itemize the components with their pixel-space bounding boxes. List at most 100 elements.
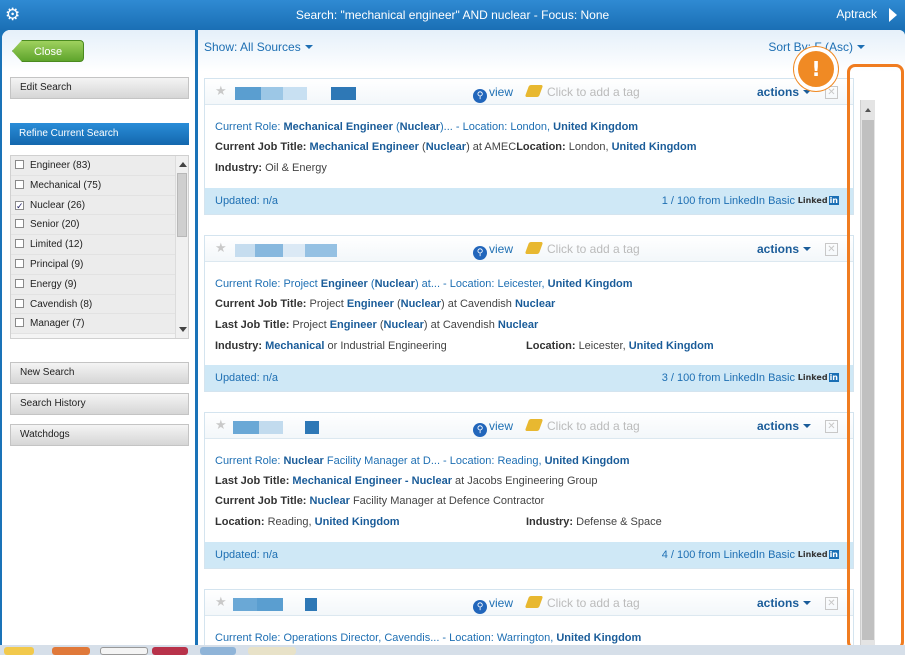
search-icon: ⚲: [473, 600, 487, 614]
result-card: ★ ⚲ view Click to add a tag actions ✕ Cur…: [204, 412, 854, 569]
linkedin-icon[interactable]: Linked in: [798, 196, 839, 205]
current-role-line: Current Role: Operations Director, Caven…: [215, 632, 642, 644]
chevron-down-icon: [857, 45, 865, 49]
card-header: ★ ⚲ view Click to add a tag actions ✕: [205, 79, 853, 105]
current-job-title-line: Current Job Title: Nuclear Facility Mana…: [215, 495, 545, 507]
sidebar: Close Edit Search Refine Current Search …: [2, 30, 195, 645]
last-job-title-line: Last Job Title: Project Engineer (Nuclea…: [215, 319, 539, 331]
facet-item[interactable]: ✓ Nuclear (26): [11, 195, 175, 216]
taskbar: [0, 645, 905, 655]
current-job-title-line: Current Job Title: Mechanical Engineer (…: [215, 141, 697, 153]
checkbox[interactable]: [15, 258, 24, 268]
location-line: Location: Reading, United Kingdom: [215, 516, 400, 528]
industry-line: Industry: Oil & Energy: [215, 162, 327, 174]
facet-item[interactable]: Manager (7): [11, 314, 175, 335]
title-bar: ⚙ Search: "mechanical engineer" AND nucl…: [0, 0, 905, 30]
tag-icon: [524, 419, 544, 431]
checkbox[interactable]: [15, 278, 24, 288]
search-icon: ⚲: [473, 423, 487, 437]
location-line: Location: Leicester, United Kingdom: [526, 340, 714, 352]
chevron-down-icon: [803, 247, 812, 251]
star-icon[interactable]: ★: [215, 85, 227, 99]
taskbar-browser-icon[interactable]: [100, 647, 148, 655]
add-tag-field[interactable]: Click to add a tag: [524, 242, 640, 256]
chevron-down-icon: [803, 90, 812, 94]
add-tag-field[interactable]: Click to add a tag: [524, 419, 640, 433]
taskbar-app-icon[interactable]: [152, 647, 188, 655]
current-role-line: Current Role: Project Engineer (Nuclear)…: [215, 278, 633, 290]
new-search-button[interactable]: New Search: [10, 362, 189, 384]
facet-item[interactable]: Senior (20): [11, 215, 175, 236]
taskbar-app-icon[interactable]: [52, 647, 90, 655]
chevron-down-icon: [803, 424, 812, 428]
rank-label: 1 / 100 from LinkedIn Basic: [661, 195, 795, 207]
industry-line: Industry: Defense & Space: [526, 516, 662, 528]
result-card: ★ ⚲ view Click to add a tag actions ✕ Cur…: [204, 235, 854, 392]
scroll-up-icon[interactable]: [179, 162, 187, 167]
close-button[interactable]: Close: [12, 40, 84, 62]
facet-item[interactable]: Limited (12): [11, 235, 175, 255]
current-job-title-line: Current Job Title: Project Engineer (Nuc…: [215, 298, 556, 310]
facet-item[interactable]: Principal (9): [11, 254, 175, 275]
updated-label: Updated: n/a: [215, 195, 278, 207]
rank-label: 3 / 100 from LinkedIn Basic: [661, 372, 795, 384]
facet-item[interactable]: Energy (9): [11, 274, 175, 295]
facet-scrollbar[interactable]: [175, 156, 188, 338]
search-history-button[interactable]: Search History: [10, 393, 189, 415]
watchdogs-button[interactable]: Watchdogs: [10, 424, 189, 446]
linkedin-icon[interactable]: Linked in: [798, 550, 839, 559]
facet-list: Engineer (83) Mechanical (75) ✓ Nuclear (…: [10, 155, 189, 339]
chevron-down-icon: [304, 45, 313, 49]
view-link[interactable]: ⚲ view: [473, 419, 513, 437]
linkedin-icon[interactable]: Linked in: [798, 373, 839, 382]
scroll-thumb[interactable]: [177, 173, 187, 237]
checkbox[interactable]: [15, 298, 24, 308]
scroll-down-icon[interactable]: [179, 327, 187, 332]
actions-menu[interactable]: actions: [757, 596, 812, 610]
checkbox[interactable]: [15, 179, 24, 189]
expand-right-icon[interactable]: [889, 8, 897, 22]
checkbox-checked[interactable]: ✓: [15, 200, 24, 210]
card-footer: Updated: n/a 3 / 100 from LinkedIn Basic…: [205, 365, 853, 391]
taskbar-app-icon[interactable]: [248, 647, 296, 655]
checkbox[interactable]: [15, 239, 24, 249]
taskbar-folder-icon[interactable]: [4, 647, 34, 655]
brand-label[interactable]: Aptrack: [836, 7, 877, 21]
facet-item[interactable]: Mechanical (75): [11, 175, 175, 196]
facet-item[interactable]: Cavendish (8): [11, 294, 175, 315]
results-list: ★ ⚲ view Click to add a tag actions ✕ Cur…: [204, 78, 854, 645]
edit-search-button[interactable]: Edit Search: [10, 77, 189, 99]
checkbox[interactable]: [15, 219, 24, 229]
close-icon[interactable]: ✕: [825, 243, 838, 256]
updated-label: Updated: n/a: [215, 549, 278, 561]
tag-icon: [524, 596, 544, 608]
view-link[interactable]: ⚲ view: [473, 85, 513, 103]
add-tag-field[interactable]: Click to add a tag: [524, 596, 640, 610]
taskbar-app-icon[interactable]: [200, 647, 236, 655]
card-header: ★ ⚲ view Click to add a tag actions ✕: [205, 413, 853, 439]
current-role-line: Current Role: Mechanical Engineer (Nucle…: [215, 121, 639, 133]
facet-item[interactable]: Engineer (83): [11, 156, 175, 176]
star-icon[interactable]: ★: [215, 596, 227, 610]
results-panel: Show: All Sources Sort By: F (Asc) ★ ⚲ vi…: [198, 30, 905, 645]
view-link[interactable]: ⚲ view: [473, 242, 513, 260]
actions-menu[interactable]: actions: [757, 419, 812, 433]
close-icon[interactable]: ✕: [825, 597, 838, 610]
refine-current-search-button[interactable]: Refine Current Search: [10, 123, 189, 145]
star-icon[interactable]: ★: [215, 419, 227, 433]
card-header: ★ ⚲ view Click to add a tag actions ✕: [205, 236, 853, 262]
window-title: Search: "mechanical engineer" AND nuclea…: [295, 8, 610, 22]
checkbox[interactable]: [15, 318, 24, 328]
actions-menu[interactable]: actions: [757, 242, 812, 256]
view-link[interactable]: ⚲ view: [473, 596, 513, 614]
sources-dropdown[interactable]: Show: All Sources: [204, 40, 313, 54]
tag-icon: [524, 242, 544, 254]
last-job-title-line: Last Job Title: Mechanical Engineer - Nu…: [215, 475, 598, 487]
star-icon[interactable]: ★: [215, 242, 227, 256]
add-tag-field[interactable]: Click to add a tag: [524, 85, 640, 99]
industry-line: Industry: Mechanical or Industrial Engin…: [215, 340, 447, 352]
checkbox[interactable]: [15, 160, 24, 169]
card-footer: Updated: n/a 4 / 100 from LinkedIn Basic…: [205, 542, 853, 568]
card-header: ★ ⚲ view Click to add a tag actions ✕: [205, 590, 853, 616]
close-icon[interactable]: ✕: [825, 420, 838, 433]
